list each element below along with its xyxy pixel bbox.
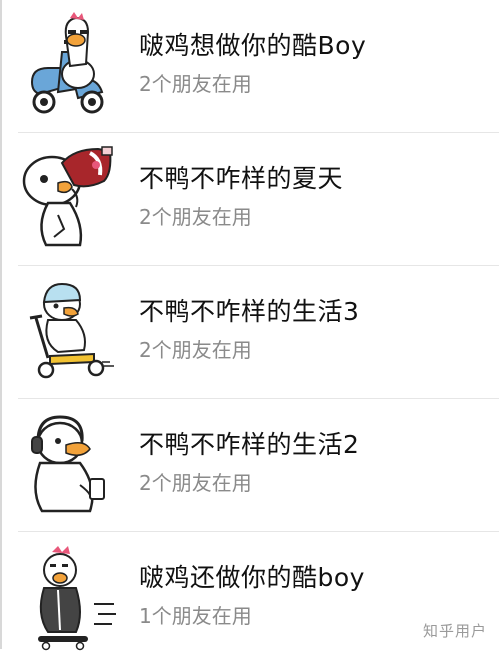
sticker-pack-title: 不鸭不咋样的生活2 [139,430,360,459]
goose-on-scooter-icon [18,12,118,120]
duck-headphones-icon [18,411,118,519]
friends-using-count: 2个朋友在用 [139,338,252,362]
list-item[interactable]: 啵鸡还做你的酷boy 1个朋友在用 [0,532,499,665]
friends-using-count: 2个朋友在用 [139,471,252,495]
sticker-pack-title: 啵鸡还做你的酷boy [139,563,365,592]
friends-using-count: 1个朋友在用 [139,604,252,628]
list-item[interactable]: 啵鸡想做你的酷Boy 2个朋友在用 [0,0,499,133]
list-item[interactable]: 不鸭不咋样的生活3 2个朋友在用 [0,266,499,399]
sticker-pack-list: 啵鸡想做你的酷Boy 2个朋友在用 不鸭不咋样的夏天 2个朋友在用 不鸭不咋样的… [0,0,499,665]
duck-drinking-cola-icon [18,145,118,253]
duck-kick-scooter-icon [18,278,118,386]
list-item[interactable]: 不鸭不咋样的夏天 2个朋友在用 [0,133,499,266]
sticker-pack-title: 不鸭不咋样的夏天 [139,164,344,193]
list-item[interactable]: 不鸭不咋样的生活2 2个朋友在用 [0,399,499,532]
goose-skateboard-icon [18,544,118,652]
watermark: 知乎用户 [422,622,487,640]
friends-using-count: 2个朋友在用 [139,205,252,229]
sticker-pack-title: 不鸭不咋样的生活3 [139,297,360,326]
sticker-pack-title: 啵鸡想做你的酷Boy [139,31,367,60]
friends-using-count: 2个朋友在用 [139,72,252,96]
